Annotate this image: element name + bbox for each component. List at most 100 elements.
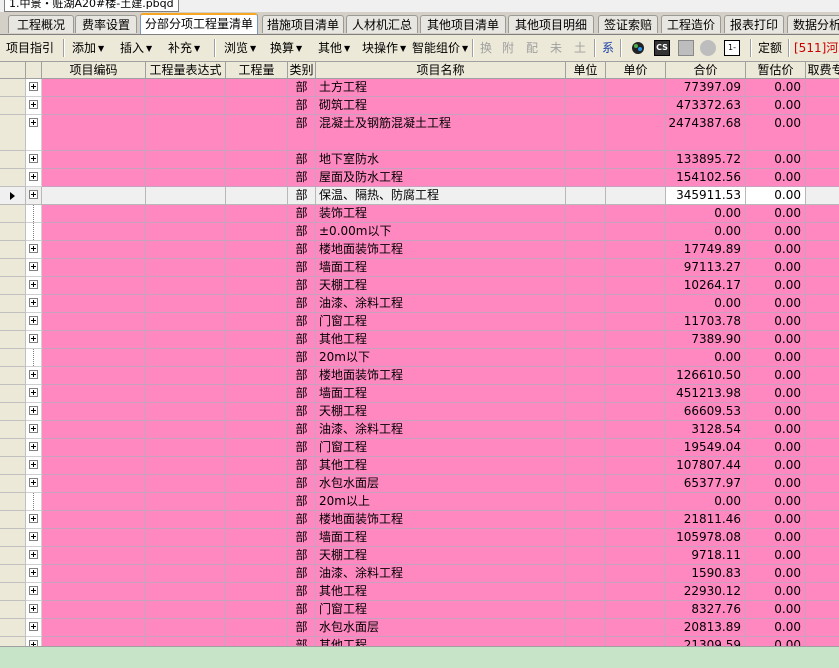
expand-plus-icon[interactable]: [29, 280, 38, 289]
cell-expr[interactable]: [146, 331, 226, 349]
cell-total[interactable]: 66609.53: [666, 403, 746, 421]
cell-expr[interactable]: [146, 169, 226, 187]
cell-price[interactable]: [606, 529, 666, 547]
quota-button[interactable]: 定额: [756, 39, 784, 57]
cell-expr[interactable]: [146, 637, 226, 646]
cell-code[interactable]: [42, 115, 146, 151]
cell-total[interactable]: 65377.97: [666, 475, 746, 493]
cell-category[interactable]: 部: [288, 115, 316, 151]
cell-fee[interactable]: [806, 439, 839, 457]
cell-price[interactable]: [606, 259, 666, 277]
cell-price[interactable]: [606, 439, 666, 457]
cell-fee[interactable]: [806, 259, 839, 277]
cell-qty[interactable]: [226, 457, 288, 475]
cell-expr[interactable]: [146, 259, 226, 277]
cell-unit[interactable]: [566, 547, 606, 565]
table-row[interactable]: 部门窗工程 19549.04 0.00: [0, 439, 839, 457]
row-expander[interactable]: [26, 547, 42, 565]
cell-qty[interactable]: [226, 259, 288, 277]
cell-category[interactable]: 部: [288, 97, 316, 115]
cell-qty[interactable]: [226, 331, 288, 349]
expand-plus-icon[interactable]: [29, 406, 38, 415]
cell-qty[interactable]: [226, 601, 288, 619]
cell-qty[interactable]: [226, 241, 288, 259]
tab-item-list[interactable]: 分部分项工程量清单: [140, 13, 258, 34]
match-button[interactable]: 配: [524, 39, 540, 57]
cell-category[interactable]: 部: [288, 187, 316, 205]
cell-category[interactable]: 部: [288, 403, 316, 421]
cell-price[interactable]: [606, 169, 666, 187]
cell-provisional[interactable]: 0.00: [746, 637, 806, 646]
cell-code[interactable]: [42, 277, 146, 295]
other-button[interactable]: 其他 ▼: [316, 39, 352, 57]
expand-plus-icon[interactable]: [29, 604, 38, 613]
header-total[interactable]: 合价: [666, 62, 746, 78]
row-expander[interactable]: [26, 169, 42, 187]
cell-qty[interactable]: [226, 349, 288, 367]
cell-expr[interactable]: [146, 475, 226, 493]
unfinished-button[interactable]: 未: [548, 39, 564, 57]
cell-unit[interactable]: [566, 295, 606, 313]
expand-plus-icon[interactable]: [29, 622, 38, 631]
table-row[interactable]: 部其他工程 7389.90 0.00: [0, 331, 839, 349]
cell-price[interactable]: [606, 97, 666, 115]
header-category[interactable]: 类别: [288, 62, 316, 78]
attach-button[interactable]: 附: [500, 39, 516, 57]
cell-name[interactable]: 墙面工程: [316, 385, 566, 403]
row-expander[interactable]: [26, 421, 42, 439]
cell-category[interactable]: 部: [288, 331, 316, 349]
expand-plus-icon[interactable]: [29, 478, 38, 487]
table-row[interactable]: 部天棚工程 66609.53 0.00: [0, 403, 839, 421]
cell-code[interactable]: [42, 187, 146, 205]
row-expander[interactable]: [26, 151, 42, 169]
cell-name[interactable]: 天棚工程: [316, 277, 566, 295]
cell-name[interactable]: 水包水面层: [316, 475, 566, 493]
cell-expr[interactable]: [146, 421, 226, 439]
cell-category[interactable]: 部: [288, 205, 316, 223]
cell-expr[interactable]: [146, 583, 226, 601]
cell-fee[interactable]: [806, 511, 839, 529]
cell-qty[interactable]: [226, 187, 288, 205]
tab-cost[interactable]: 工程造价: [661, 15, 721, 33]
cell-qty[interactable]: [226, 385, 288, 403]
row-expander[interactable]: [26, 439, 42, 457]
cell-provisional[interactable]: 0.00: [746, 349, 806, 367]
cell-expr[interactable]: [146, 151, 226, 169]
tab-other-items[interactable]: 其他项目清单: [420, 15, 506, 33]
cell-fee[interactable]: [806, 583, 839, 601]
cell-unit[interactable]: [566, 151, 606, 169]
cell-fee[interactable]: [806, 205, 839, 223]
cell-name[interactable]: 地下室防水: [316, 151, 566, 169]
cell-provisional[interactable]: 0.00: [746, 403, 806, 421]
table-row[interactable]: 部 20m以下 0.00 0.00: [0, 349, 839, 367]
earth-button[interactable]: 土: [572, 39, 588, 57]
cell-price[interactable]: [606, 619, 666, 637]
cell-total[interactable]: 97113.27: [666, 259, 746, 277]
cell-code[interactable]: [42, 475, 146, 493]
cell-expr[interactable]: [146, 313, 226, 331]
cell-fee[interactable]: [806, 637, 839, 646]
header-price[interactable]: 单价: [606, 62, 666, 78]
cell-provisional[interactable]: 0.00: [746, 295, 806, 313]
cell-price[interactable]: [606, 331, 666, 349]
cell-code[interactable]: [42, 583, 146, 601]
cell-qty[interactable]: [226, 205, 288, 223]
cell-provisional[interactable]: 0.00: [746, 241, 806, 259]
cell-provisional[interactable]: 0.00: [746, 259, 806, 277]
row-expander[interactable]: [26, 457, 42, 475]
cell-fee[interactable]: [806, 565, 839, 583]
cell-fee[interactable]: [806, 331, 839, 349]
cell-qty[interactable]: [226, 565, 288, 583]
cell-total[interactable]: 8327.76: [666, 601, 746, 619]
cell-category[interactable]: 部: [288, 511, 316, 529]
cell-expr[interactable]: [146, 277, 226, 295]
cell-unit[interactable]: [566, 511, 606, 529]
row-expander[interactable]: [26, 565, 42, 583]
cell-unit[interactable]: [566, 241, 606, 259]
cell-name[interactable]: 楼地面装饰工程: [316, 367, 566, 385]
table-row[interactable]: 部墙面工程 97113.27 0.00: [0, 259, 839, 277]
cell-category[interactable]: 部: [288, 493, 316, 511]
cell-fee[interactable]: [806, 295, 839, 313]
cell-expr[interactable]: [146, 241, 226, 259]
cell-price[interactable]: [606, 295, 666, 313]
